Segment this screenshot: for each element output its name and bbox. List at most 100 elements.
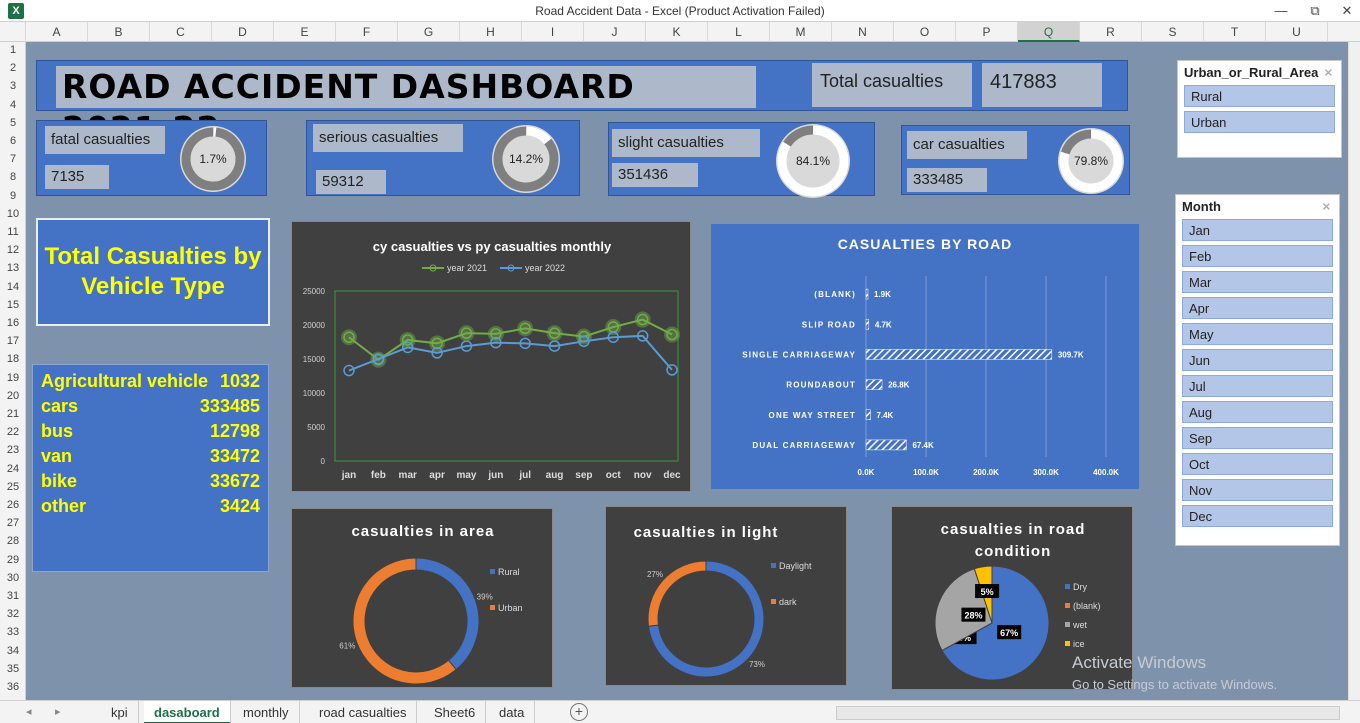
- row-header[interactable]: 13: [0, 262, 25, 274]
- slicer-item-apr[interactable]: Apr: [1182, 297, 1333, 319]
- restore-button[interactable]: ⧉: [1302, 2, 1328, 20]
- row-header[interactable]: 23: [0, 444, 25, 456]
- row-header[interactable]: 24: [0, 463, 25, 475]
- slicer-item-may[interactable]: May: [1182, 323, 1333, 345]
- light-donut-chart[interactable]: casualties in light 73% 27% Daylight dark: [605, 506, 847, 686]
- row-header[interactable]: 20: [0, 390, 25, 402]
- row-header[interactable]: 19: [0, 372, 25, 384]
- tab-scroll-left-icon[interactable]: ◂: [26, 705, 32, 718]
- slicer-item-aug[interactable]: Aug: [1182, 401, 1333, 423]
- vehicle-value: 33672: [209, 471, 260, 491]
- row-header[interactable]: 2: [0, 62, 25, 74]
- slicer-item-feb[interactable]: Feb: [1182, 245, 1333, 267]
- row-header[interactable]: 1: [0, 44, 25, 56]
- column-header[interactable]: G: [398, 22, 460, 42]
- row-header[interactable]: 25: [0, 481, 25, 493]
- tab-monthly[interactable]: monthly: [233, 701, 300, 723]
- row-header[interactable]: 33: [0, 626, 25, 638]
- column-header[interactable]: M: [770, 22, 832, 42]
- slicer-item-mar[interactable]: Mar: [1182, 271, 1333, 293]
- tab-road-casualties[interactable]: road casualties: [309, 701, 418, 723]
- month-slicer[interactable]: Month ⨯ Jan Feb Mar Apr May Jun Jul Aug Sep Oct Nov…: [1175, 194, 1340, 546]
- tab-kpi[interactable]: kpi: [101, 701, 139, 723]
- column-header[interactable]: I: [522, 22, 584, 42]
- legend-swatch: [490, 569, 495, 574]
- tab-dasaboard[interactable]: dasaboard: [144, 701, 231, 723]
- row-header[interactable]: 30: [0, 572, 25, 584]
- column-header[interactable]: J: [584, 22, 646, 42]
- row-header[interactable]: 7: [0, 153, 25, 165]
- column-header[interactable]: U: [1266, 22, 1328, 42]
- slicer-item-dec[interactable]: Dec: [1182, 505, 1333, 527]
- row-header[interactable]: 32: [0, 608, 25, 620]
- road-bar-chart[interactable]: CASUALTIES BY ROAD 0.0K 100.0K 200.0K 300.0…: [711, 224, 1139, 489]
- slicer-item-oct[interactable]: Oct: [1182, 453, 1333, 475]
- column-header[interactable]: E: [274, 22, 336, 42]
- row-header[interactable]: 12: [0, 244, 25, 256]
- row-header[interactable]: 22: [0, 426, 25, 438]
- column-header[interactable]: P: [956, 22, 1018, 42]
- slicer-item-urban[interactable]: Urban: [1184, 111, 1335, 133]
- column-header[interactable]: D: [212, 22, 274, 42]
- row-header[interactable]: 36: [0, 681, 25, 693]
- row-header[interactable]: 18: [0, 353, 25, 365]
- row-header[interactable]: 31: [0, 590, 25, 602]
- data-label-box: 5%: [975, 584, 1000, 599]
- column-header[interactable]: Q: [1018, 22, 1080, 42]
- close-button[interactable]: ✕: [1334, 2, 1360, 20]
- slicer-item-jan[interactable]: Jan: [1182, 219, 1333, 241]
- column-header[interactable]: F: [336, 22, 398, 42]
- row-header[interactable]: 29: [0, 554, 25, 566]
- tab-scroll-right-icon[interactable]: ▸: [55, 705, 61, 718]
- area-donut-chart[interactable]: casualties in area 39% 61% Rural Urban: [291, 508, 553, 688]
- row-header[interactable]: 16: [0, 317, 25, 329]
- minimize-button[interactable]: —: [1268, 2, 1294, 20]
- clear-filter-icon[interactable]: ⨯: [1322, 200, 1331, 213]
- row-header[interactable]: 8: [0, 171, 25, 183]
- slicer-item-jun[interactable]: Jun: [1182, 349, 1333, 371]
- column-header[interactable]: A: [26, 22, 88, 42]
- clear-filter-icon[interactable]: ⨯: [1324, 66, 1333, 79]
- slicer-item-nov[interactable]: Nov: [1182, 479, 1333, 501]
- column-header[interactable]: R: [1080, 22, 1142, 42]
- area-slicer[interactable]: Urban_or_Rural_Area ⨯ Rural Urban: [1177, 60, 1342, 158]
- row-header[interactable]: 4: [0, 99, 25, 111]
- monthly-line-chart[interactable]: cy casualties vs py casualties monthly 0…: [291, 221, 691, 492]
- row-header[interactable]: 27: [0, 517, 25, 529]
- tab-data[interactable]: data: [489, 701, 536, 723]
- vehicle-value: 12798: [209, 421, 260, 441]
- row-header[interactable]: 15: [0, 299, 25, 311]
- column-header[interactable]: C: [150, 22, 212, 42]
- select-all-corner[interactable]: [0, 22, 26, 42]
- slicer-item-sep[interactable]: Sep: [1182, 427, 1333, 449]
- row-header[interactable]: 11: [0, 226, 25, 238]
- row-header[interactable]: 10: [0, 208, 25, 220]
- row-header[interactable]: 17: [0, 335, 25, 347]
- column-header[interactable]: S: [1142, 22, 1204, 42]
- vertical-scrollbar[interactable]: [1348, 42, 1360, 700]
- horizontal-scrollbar[interactable]: [836, 706, 1340, 720]
- column-header[interactable]: B: [88, 22, 150, 42]
- column-header[interactable]: K: [646, 22, 708, 42]
- add-sheet-icon[interactable]: +: [570, 703, 588, 721]
- row-header[interactable]: 9: [0, 190, 25, 202]
- row-header[interactable]: 34: [0, 645, 25, 657]
- row-header[interactable]: 5: [0, 117, 25, 129]
- column-header[interactable]: N: [832, 22, 894, 42]
- column-header[interactable]: T: [1204, 22, 1266, 42]
- slicer-item-rural[interactable]: Rural: [1184, 85, 1335, 107]
- column-header[interactable]: H: [460, 22, 522, 42]
- column-header[interactable]: O: [894, 22, 956, 42]
- row-header[interactable]: 3: [0, 80, 25, 92]
- column-header[interactable]: L: [708, 22, 770, 42]
- row-header[interactable]: 6: [0, 135, 25, 147]
- tab-sheet6[interactable]: Sheet6: [424, 701, 487, 723]
- row-header[interactable]: 14: [0, 281, 25, 293]
- row-header[interactable]: 28: [0, 535, 25, 547]
- row-header[interactable]: 21: [0, 408, 25, 420]
- row-header[interactable]: 35: [0, 663, 25, 675]
- row-header[interactable]: 26: [0, 499, 25, 511]
- slicer-item-jul[interactable]: Jul: [1182, 375, 1333, 397]
- window-title: Road Accident Data - Excel (Product Acti…: [535, 4, 825, 18]
- series-line: [348, 334, 673, 372]
